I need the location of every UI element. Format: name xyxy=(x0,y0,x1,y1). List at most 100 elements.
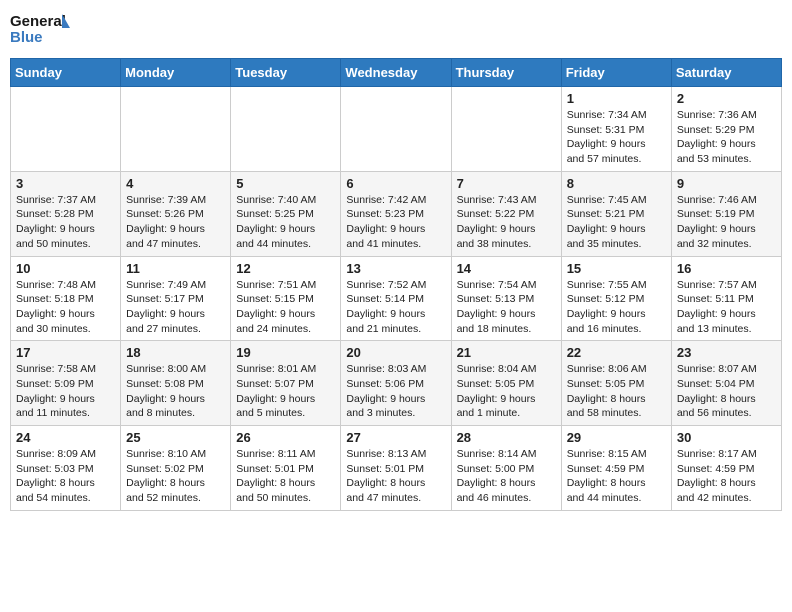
week-row-1: 1Sunrise: 7:34 AMSunset: 5:31 PMDaylight… xyxy=(11,87,782,172)
day-cell: 26Sunrise: 8:11 AMSunset: 5:01 PMDayligh… xyxy=(231,426,341,511)
day-number: 8 xyxy=(567,176,666,191)
day-cell: 7 Sunrise: 7:43 AMSunset: 5:22 PMDaylight… xyxy=(451,171,561,256)
day-number: 18 xyxy=(126,345,225,360)
day-cell: 30 Sunrise: 8:17 AMSunset: 4:59 PMDayligh… xyxy=(671,426,781,511)
day-number: 29 xyxy=(567,430,666,445)
day-cell: 13 Sunrise: 7:52 AMSunset: 5:14 PMDayligh… xyxy=(341,256,451,341)
day-cell: 19 Sunrise: 8:01 AMSunset: 5:07 PMDayligh… xyxy=(231,341,341,426)
day-number: 26 xyxy=(236,430,335,445)
day-cell: 29 Sunrise: 8:15 AMSunset: 4:59 PMDayligh… xyxy=(561,426,671,511)
day-number: 3 xyxy=(16,176,115,191)
day-info: Sunrise: 7:52 AMSunset: 5:14 PMDaylight:… xyxy=(346,278,445,337)
day-number: 30 xyxy=(677,430,776,445)
weekday-header-saturday: Saturday xyxy=(671,59,781,87)
day-info: Sunrise: 8:10 AMSunset: 5:02 PMDaylight:… xyxy=(126,447,225,506)
day-cell: 27 Sunrise: 8:13 AMSunset: 5:01 PMDayligh… xyxy=(341,426,451,511)
day-number: 22 xyxy=(567,345,666,360)
day-number: 13 xyxy=(346,261,445,276)
day-number: 10 xyxy=(16,261,115,276)
day-number: 27 xyxy=(346,430,445,445)
day-number: 15 xyxy=(567,261,666,276)
day-number: 16 xyxy=(677,261,776,276)
day-number: 12 xyxy=(236,261,335,276)
weekday-header-thursday: Thursday xyxy=(451,59,561,87)
logo: General Blue xyxy=(10,10,70,52)
day-info: Sunrise: 7:49 AMSunset: 5:17 PMDaylight:… xyxy=(126,278,225,337)
weekday-header-tuesday: Tuesday xyxy=(231,59,341,87)
day-info: Sunrise: 8:06 AMSunset: 5:05 PMDaylight:… xyxy=(567,362,666,421)
day-cell: 4 Sunrise: 7:39 AMSunset: 5:26 PMDaylight… xyxy=(121,171,231,256)
day-cell xyxy=(231,87,341,172)
day-cell xyxy=(341,87,451,172)
day-cell xyxy=(11,87,121,172)
weekday-header-friday: Friday xyxy=(561,59,671,87)
day-cell: 17 Sunrise: 7:58 AMSunset: 5:09 PMDayligh… xyxy=(11,341,121,426)
day-info: Sunrise: 7:36 AMSunset: 5:29 PMDaylight:… xyxy=(677,108,776,167)
day-cell: 25 Sunrise: 8:10 AMSunset: 5:02 PMDayligh… xyxy=(121,426,231,511)
weekday-header-wednesday: Wednesday xyxy=(341,59,451,87)
weekday-header-row: SundayMondayTuesdayWednesdayThursdayFrid… xyxy=(11,59,782,87)
day-number: 17 xyxy=(16,345,115,360)
svg-text:General: General xyxy=(10,13,66,30)
day-number: 11 xyxy=(126,261,225,276)
day-cell: 24 Sunrise: 8:09 AMSunset: 5:03 PMDayligh… xyxy=(11,426,121,511)
day-cell: 9Sunrise: 7:46 AMSunset: 5:19 PMDaylight… xyxy=(671,171,781,256)
day-cell: 8 Sunrise: 7:45 AMSunset: 5:21 PMDaylight… xyxy=(561,171,671,256)
day-info: Sunrise: 8:15 AMSunset: 4:59 PMDaylight:… xyxy=(567,447,666,506)
week-row-5: 24 Sunrise: 8:09 AMSunset: 5:03 PMDayligh… xyxy=(11,426,782,511)
day-number: 4 xyxy=(126,176,225,191)
day-info: Sunrise: 8:13 AMSunset: 5:01 PMDaylight:… xyxy=(346,447,445,506)
day-number: 24 xyxy=(16,430,115,445)
day-cell: 18 Sunrise: 8:00 AMSunset: 5:08 PMDayligh… xyxy=(121,341,231,426)
day-number: 19 xyxy=(236,345,335,360)
day-cell: 28 Sunrise: 8:14 AMSunset: 5:00 PMDayligh… xyxy=(451,426,561,511)
day-number: 9 xyxy=(677,176,776,191)
day-cell: 3 Sunrise: 7:37 AMSunset: 5:28 PMDaylight… xyxy=(11,171,121,256)
day-info: Sunrise: 7:51 AMSunset: 5:15 PMDaylight:… xyxy=(236,278,335,337)
day-info: Sunrise: 8:00 AMSunset: 5:08 PMDaylight:… xyxy=(126,362,225,421)
day-cell: 22 Sunrise: 8:06 AMSunset: 5:05 PMDayligh… xyxy=(561,341,671,426)
day-info: Sunrise: 7:54 AMSunset: 5:13 PMDaylight:… xyxy=(457,278,556,337)
day-cell: 5Sunrise: 7:40 AMSunset: 5:25 PMDaylight… xyxy=(231,171,341,256)
day-number: 21 xyxy=(457,345,556,360)
day-info: Sunrise: 8:09 AMSunset: 5:03 PMDaylight:… xyxy=(16,447,115,506)
day-number: 20 xyxy=(346,345,445,360)
day-cell: 23Sunrise: 8:07 AMSunset: 5:04 PMDayligh… xyxy=(671,341,781,426)
day-info: Sunrise: 7:42 AMSunset: 5:23 PMDaylight:… xyxy=(346,193,445,252)
day-number: 14 xyxy=(457,261,556,276)
weekday-header-monday: Monday xyxy=(121,59,231,87)
day-number: 7 xyxy=(457,176,556,191)
day-info: Sunrise: 7:48 AMSunset: 5:18 PMDaylight:… xyxy=(16,278,115,337)
day-number: 6 xyxy=(346,176,445,191)
day-info: Sunrise: 7:57 AMSunset: 5:11 PMDaylight:… xyxy=(677,278,776,337)
day-info: Sunrise: 8:04 AMSunset: 5:05 PMDaylight:… xyxy=(457,362,556,421)
day-cell: 12 Sunrise: 7:51 AMSunset: 5:15 PMDayligh… xyxy=(231,256,341,341)
day-info: Sunrise: 8:01 AMSunset: 5:07 PMDaylight:… xyxy=(236,362,335,421)
day-number: 2 xyxy=(677,91,776,106)
day-info: Sunrise: 7:37 AMSunset: 5:28 PMDaylight:… xyxy=(16,193,115,252)
day-info: Sunrise: 7:58 AMSunset: 5:09 PMDaylight:… xyxy=(16,362,115,421)
day-info: Sunrise: 7:55 AMSunset: 5:12 PMDaylight:… xyxy=(567,278,666,337)
day-info: Sunrise: 8:14 AMSunset: 5:00 PMDaylight:… xyxy=(457,447,556,506)
day-number: 1 xyxy=(567,91,666,106)
day-info: Sunrise: 8:07 AMSunset: 5:04 PMDaylight:… xyxy=(677,362,776,421)
day-cell: 14 Sunrise: 7:54 AMSunset: 5:13 PMDayligh… xyxy=(451,256,561,341)
day-cell xyxy=(451,87,561,172)
day-info: Sunrise: 8:17 AMSunset: 4:59 PMDaylight:… xyxy=(677,447,776,506)
day-cell: 16 Sunrise: 7:57 AMSunset: 5:11 PMDayligh… xyxy=(671,256,781,341)
logo-svg: General Blue xyxy=(10,10,70,52)
weekday-header-sunday: Sunday xyxy=(11,59,121,87)
day-number: 25 xyxy=(126,430,225,445)
day-info: Sunrise: 7:45 AMSunset: 5:21 PMDaylight:… xyxy=(567,193,666,252)
day-info: Sunrise: 7:39 AMSunset: 5:26 PMDaylight:… xyxy=(126,193,225,252)
day-cell: 10 Sunrise: 7:48 AMSunset: 5:18 PMDayligh… xyxy=(11,256,121,341)
week-row-4: 17 Sunrise: 7:58 AMSunset: 5:09 PMDayligh… xyxy=(11,341,782,426)
day-cell: 2 Sunrise: 7:36 AMSunset: 5:29 PMDaylight… xyxy=(671,87,781,172)
week-row-2: 3 Sunrise: 7:37 AMSunset: 5:28 PMDaylight… xyxy=(11,171,782,256)
day-cell: 20 Sunrise: 8:03 AMSunset: 5:06 PMDayligh… xyxy=(341,341,451,426)
calendar: SundayMondayTuesdayWednesdayThursdayFrid… xyxy=(10,58,782,511)
day-info: Sunrise: 7:43 AMSunset: 5:22 PMDaylight:… xyxy=(457,193,556,252)
day-number: 28 xyxy=(457,430,556,445)
day-cell: 6 Sunrise: 7:42 AMSunset: 5:23 PMDaylight… xyxy=(341,171,451,256)
day-info: Sunrise: 8:03 AMSunset: 5:06 PMDaylight:… xyxy=(346,362,445,421)
